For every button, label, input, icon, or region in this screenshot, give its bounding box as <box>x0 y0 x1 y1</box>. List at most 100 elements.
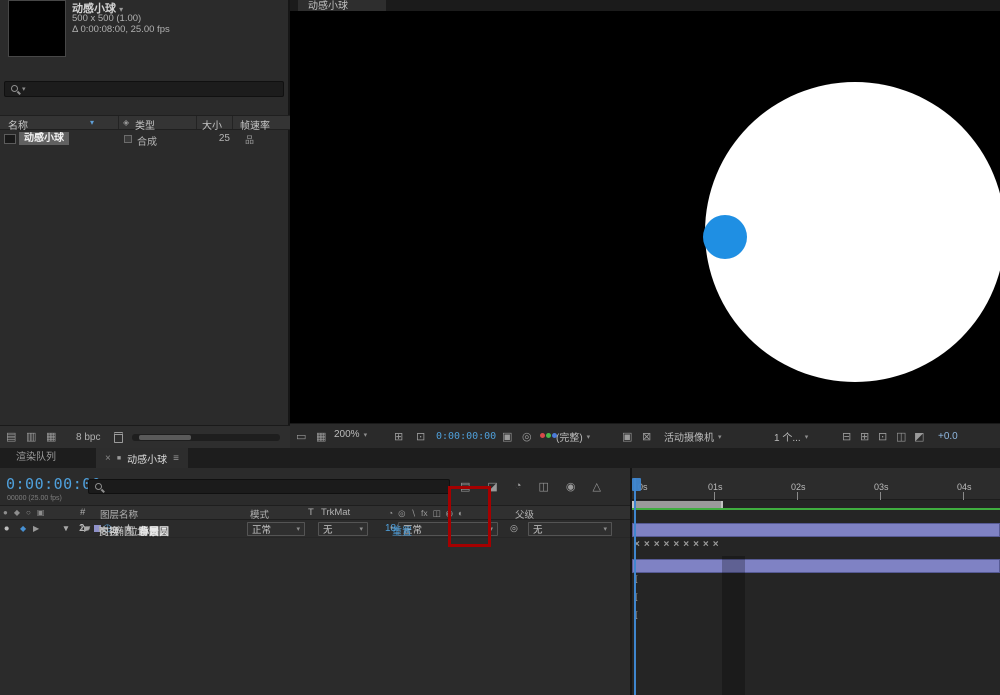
camera-view-select[interactable]: 活动摄像机 ▾ <box>664 429 722 444</box>
current-time-indicator[interactable] <box>634 478 636 695</box>
column-number: # <box>80 507 86 518</box>
search-icon <box>11 85 18 92</box>
timeline-body: 0:00:00:00 00000 (25.00 fps) ▤ ◪ ◔ ◫ ◉ △… <box>0 468 1000 695</box>
column-divider <box>196 116 197 129</box>
graph-editor-icon[interactable]: △ <box>592 480 600 493</box>
timeline-search-input[interactable] <box>88 479 450 494</box>
comp-flowchart-icon[interactable]: ▤ <box>460 480 470 493</box>
main-viewer-icon[interactable]: ▦ <box>316 430 326 443</box>
keyframe[interactable]: × <box>713 539 719 550</box>
timeline-track-area[interactable]: 0s 01s 02s 03s 04s × × × × × × × × × <box>632 468 1000 695</box>
trash-icon[interactable] <box>114 432 123 443</box>
timeline-button-icon[interactable]: ⊡ <box>878 430 887 443</box>
horizontal-scrollbar[interactable] <box>132 434 280 441</box>
av-column-icons: ● ◆ ○ ▣ <box>3 508 44 517</box>
column-name[interactable]: 名称 <box>8 117 28 132</box>
shy-column-icon: ◔ <box>388 508 394 518</box>
keyframe[interactable]: × <box>664 539 670 550</box>
expander-closed-icon[interactable]: ▶ <box>84 524 90 533</box>
keyframe[interactable]: × <box>673 539 679 550</box>
project-table-header: 名称 ▾ ◈ 类型 大小 帧速率 <box>0 115 290 132</box>
hide-shy-icon[interactable]: ◔ <box>515 480 522 493</box>
tab-comp-timeline[interactable]: × ■ 动感小球 ≡ <box>96 448 188 468</box>
time-ruler[interactable]: 0s 01s 02s 03s 04s <box>632 468 1000 500</box>
column-parent[interactable]: 父级 <box>515 507 534 521</box>
timeline-panel: 渲染队列 × ■ 动感小球 ≡ 0:00:00:00 00000 (25.00 … <box>0 448 1000 695</box>
panel-menu-icon[interactable]: ≡ <box>173 453 179 464</box>
snapshot-camera-icon[interactable]: ▣ <box>502 430 512 443</box>
solo-column-icon: ○ <box>26 508 31 517</box>
frame-blend-icon[interactable]: ◫ <box>538 480 548 493</box>
column-mode[interactable]: 模式 <box>250 507 269 521</box>
composition-viewport[interactable] <box>290 11 1000 423</box>
mask-visibility-icon[interactable]: ⊡ <box>416 430 425 443</box>
track-shading <box>722 556 745 695</box>
column-divider <box>232 116 233 129</box>
show-channel-icon[interactable] <box>540 433 557 438</box>
column-framerate[interactable]: 帧速率 <box>240 117 270 132</box>
column-size[interactable]: 大小 <box>202 117 222 132</box>
keyframe[interactable]: × <box>693 539 699 550</box>
always-preview-icon[interactable]: ▭ <box>296 430 306 443</box>
type-icon <box>124 135 132 143</box>
bit-depth-button[interactable]: 8 bpc <box>76 432 100 443</box>
keyframe[interactable]: × <box>654 539 660 550</box>
sort-arrow-icon[interactable]: ▾ <box>90 118 94 127</box>
layer-duration-bar[interactable] <box>632 523 1000 537</box>
frame-info-text: 00000 (25.00 fps) <box>7 495 62 502</box>
layer-column-header: ● ◆ ○ ▣ # 图层名称 模式 T TrkMat ◔ ◎ ∖ fx ◫ ◉ … <box>0 505 630 521</box>
adjustment-column-icon: ◐ <box>458 508 464 518</box>
interpret-footage-icon[interactable]: ▤ <box>6 430 16 443</box>
comp-thumbnail <box>8 0 66 57</box>
fast-previews-icon[interactable]: ⊞ <box>860 430 869 443</box>
magnification-select[interactable]: 200% ▾ <box>334 429 367 440</box>
draft-3d-icon[interactable]: ◪ <box>487 480 497 493</box>
keyframe[interactable]: × <box>703 539 709 550</box>
column-t: T <box>308 507 314 518</box>
tab-render-queue[interactable]: 渲染队列 <box>6 448 66 468</box>
pixel-aspect-icon[interactable]: ⊟ <box>842 430 851 443</box>
reset-exposure-icon[interactable]: ◩ <box>914 430 924 443</box>
ruler-label: 01s <box>708 482 723 492</box>
timeline-tab-bar: 渲染队列 × ■ 动感小球 ≡ <box>0 448 1000 468</box>
background-circle-shape[interactable] <box>705 82 1000 382</box>
playhead-handle[interactable] <box>632 478 641 491</box>
view-layout-select[interactable]: 1 个... ▾ <box>774 429 808 444</box>
grid-guides-icon[interactable]: ⊞ <box>394 430 403 443</box>
project-search-input[interactable]: ▾ <box>4 81 284 97</box>
layer-duration-bar[interactable] <box>632 559 1000 573</box>
comp-flowchart-icon[interactable]: ◫ <box>896 430 906 443</box>
small-ball-shape[interactable] <box>703 215 747 259</box>
region-of-interest-icon[interactable]: ▣ <box>622 430 632 443</box>
ruler-label: 02s <box>791 482 806 492</box>
resolution-select[interactable]: (完整) ▾ <box>556 429 590 444</box>
work-area-bar[interactable] <box>632 501 723 508</box>
timeline-toolbar: ▤ ◪ ◔ ◫ ◉ △ <box>460 480 601 493</box>
new-composition-icon[interactable]: ▦ <box>46 430 56 443</box>
transparency-grid-icon[interactable]: ⊠ <box>642 430 651 443</box>
group-label[interactable]: 变换 <box>99 523 119 538</box>
show-snapshot-icon[interactable]: ◎ <box>522 430 532 443</box>
scrollbar-thumb[interactable] <box>139 435 191 440</box>
project-item-framerate: 25 <box>218 133 230 144</box>
tab-composition[interactable]: 动感小球 <box>298 0 386 11</box>
keyframe[interactable]: × <box>683 539 689 550</box>
column-trkmat: TrkMat <box>321 507 351 518</box>
reset-link[interactable]: 重置 <box>392 523 412 538</box>
ruler-tick <box>963 492 964 500</box>
column-type[interactable]: 类型 <box>135 117 155 132</box>
keyframe[interactable]: × <box>644 539 650 550</box>
viewer-current-time[interactable]: 0:00:00:00 <box>436 431 496 442</box>
green-channel-dot <box>546 433 551 438</box>
new-folder-icon[interactable]: ▥ <box>26 430 36 443</box>
column-layer-name[interactable]: 图层名称 <box>100 507 138 521</box>
exposure-value[interactable]: +0.0 <box>938 431 958 442</box>
project-item-row[interactable]: 动感小球 合成 25 品 <box>0 131 290 148</box>
transform-group-row[interactable]: ▶ 变换 重置 <box>0 520 630 538</box>
project-item-name[interactable]: 动感小球 <box>19 132 69 145</box>
close-icon[interactable]: × <box>105 453 111 464</box>
eye-column-icon: ● <box>3 508 8 517</box>
audio-column-icon: ◆ <box>13 508 20 517</box>
motion-blur-icon[interactable]: ◉ <box>566 480 576 493</box>
comp-icon: ■ <box>116 454 122 462</box>
